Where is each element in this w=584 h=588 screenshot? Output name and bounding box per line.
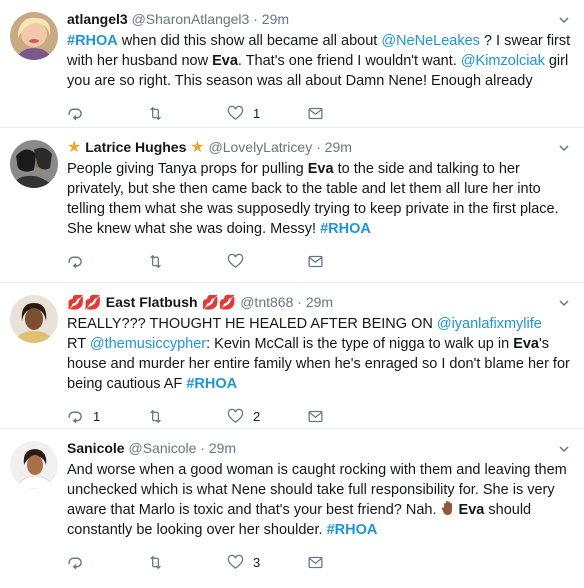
like-icon xyxy=(227,253,244,268)
dm-icon xyxy=(308,410,323,422)
handle[interactable]: @tnt868 xyxy=(240,294,293,310)
tweet-header: 💋💋 East Flatbush 💋💋 @tnt868 · 29m xyxy=(67,293,572,312)
text-run: RT xyxy=(67,336,90,352)
avatar[interactable] xyxy=(10,12,58,60)
like-button[interactable] xyxy=(227,253,307,270)
reply-button[interactable] xyxy=(67,105,147,122)
action-bar: 3 xyxy=(67,544,572,580)
like-count: 1 xyxy=(253,105,261,121)
dm-icon xyxy=(308,107,323,119)
like-count: 2 xyxy=(253,408,261,424)
timestamp[interactable]: 29m xyxy=(325,139,352,155)
separator-dot: · xyxy=(253,11,258,27)
display-name[interactable]: atlangel3 xyxy=(67,11,128,27)
like-icon xyxy=(227,105,244,120)
timestamp[interactable]: 29m xyxy=(209,440,236,456)
display-name[interactable]: East Flatbush xyxy=(106,294,198,310)
hashtag-link[interactable]: #RHOA xyxy=(186,376,237,392)
text-run: REALLY??? THOUGHT HE HEALED AFTER BEING … xyxy=(67,316,437,332)
tweet-text: REALLY??? THOUGHT HE HEALED AFTER BEING … xyxy=(67,314,572,394)
hashtag-link[interactable]: #RHOA xyxy=(327,522,378,538)
raised-hand-emoji-icon xyxy=(441,501,452,515)
hashtag-link[interactable]: #RHOA xyxy=(67,33,118,49)
mention-link[interactable]: @NeNeLeakes xyxy=(381,33,480,49)
like-button[interactable]: 2 xyxy=(227,408,307,425)
handle[interactable]: @LovelyLatricey xyxy=(209,139,313,155)
reply-count: 1 xyxy=(93,408,101,424)
mention-link[interactable]: @Kimzolciak xyxy=(461,53,545,69)
retweet-icon xyxy=(150,409,161,423)
dm-button[interactable] xyxy=(307,253,387,270)
handle[interactable]: @Sanicole xyxy=(128,440,196,456)
timestamp[interactable]: 29m xyxy=(306,294,333,310)
display-name[interactable]: Sanicole xyxy=(67,440,125,456)
retweet-icon xyxy=(150,555,161,569)
reply-icon xyxy=(68,411,82,424)
like-icon xyxy=(227,554,244,569)
caret-down-icon[interactable] xyxy=(558,297,570,309)
action-bar: 1 xyxy=(67,95,572,131)
caret-down-icon[interactable] xyxy=(558,443,570,455)
reply-button[interactable] xyxy=(67,554,147,571)
tweet-text: People giving Tanya props for pulling Ev… xyxy=(67,159,572,239)
timestamp[interactable]: 29m xyxy=(262,11,289,27)
tweet[interactable]: 💋💋 East Flatbush 💋💋 @tnt868 · 29m REALLY… xyxy=(0,283,584,429)
caret-down-icon[interactable] xyxy=(558,14,570,26)
like-button[interactable]: 1 xyxy=(227,105,307,122)
mention-link[interactable]: @themusiccypher xyxy=(90,336,206,352)
tweet-header: ★ Latrice Hughes ★ @LovelyLatricey · 29m xyxy=(67,138,572,157)
avatar[interactable] xyxy=(10,140,58,188)
star-emoji-icon: ★ xyxy=(67,139,82,156)
hashtag-link[interactable]: #RHOA xyxy=(320,221,371,237)
text-run: People giving Tanya props for pulling xyxy=(67,161,308,177)
display-name[interactable]: Latrice Hughes xyxy=(85,139,186,155)
reply-icon xyxy=(68,108,82,121)
retweet-button[interactable] xyxy=(147,408,227,425)
handle[interactable]: @SharonAtlangel3 xyxy=(132,11,250,27)
tweet[interactable]: ★ Latrice Hughes ★ @LovelyLatricey · 29m… xyxy=(0,128,584,283)
dm-button[interactable] xyxy=(307,105,387,122)
separator-dot: · xyxy=(316,139,321,155)
highlighted-keyword: Eva xyxy=(212,53,238,69)
highlighted-keyword: Eva xyxy=(307,161,334,177)
reply-icon xyxy=(68,557,82,570)
reply-button[interactable]: 1 xyxy=(67,408,147,425)
avatar[interactable] xyxy=(10,295,58,343)
star-emoji-icon: ★ xyxy=(190,139,205,156)
retweet-icon xyxy=(150,254,161,268)
like-count: 3 xyxy=(253,554,261,570)
mention-link[interactable]: @iyanlafixmylife xyxy=(437,316,542,332)
retweet-button[interactable] xyxy=(147,105,227,122)
reply-icon xyxy=(68,256,82,269)
tweet[interactable]: atlangel3 @SharonAtlangel3 · 29m #RHOA w… xyxy=(0,0,584,128)
tweet-text: And worse when a good woman is caught ro… xyxy=(67,460,572,540)
dm-button[interactable] xyxy=(307,408,387,425)
text-run: : Kevin McCall is the type of nigga to w… xyxy=(206,336,514,352)
reply-button[interactable] xyxy=(67,253,147,270)
highlighted-keyword: Eva xyxy=(458,502,485,518)
dm-button[interactable] xyxy=(307,554,387,571)
like-button[interactable]: 3 xyxy=(227,554,307,571)
tweet-header: atlangel3 @SharonAtlangel3 · 29m xyxy=(67,10,572,29)
separator-dot: · xyxy=(297,294,302,310)
text-run: when did this show all became all about xyxy=(117,33,382,49)
tweet[interactable]: Sanicole @Sanicole · 29m And worse when … xyxy=(0,429,584,588)
dm-icon xyxy=(308,255,323,267)
highlighted-keyword: Eva xyxy=(513,336,539,352)
text-run: . That's one friend I wouldn't want. xyxy=(237,53,461,69)
like-icon xyxy=(227,408,244,423)
lips-emoji-icon: 💋💋 xyxy=(201,294,237,310)
avatar[interactable] xyxy=(10,441,58,489)
tweet-header: Sanicole @Sanicole · 29m xyxy=(67,439,572,458)
separator-dot: · xyxy=(200,440,205,456)
retweet-icon xyxy=(150,106,161,120)
lips-emoji-icon: 💋💋 xyxy=(67,294,102,310)
dm-icon xyxy=(308,556,323,568)
tweet-text: #RHOA when did this show all became all … xyxy=(67,31,572,91)
retweet-button[interactable] xyxy=(147,253,227,270)
retweet-button[interactable] xyxy=(147,554,227,571)
action-bar xyxy=(67,243,572,279)
caret-down-icon[interactable] xyxy=(558,142,570,154)
